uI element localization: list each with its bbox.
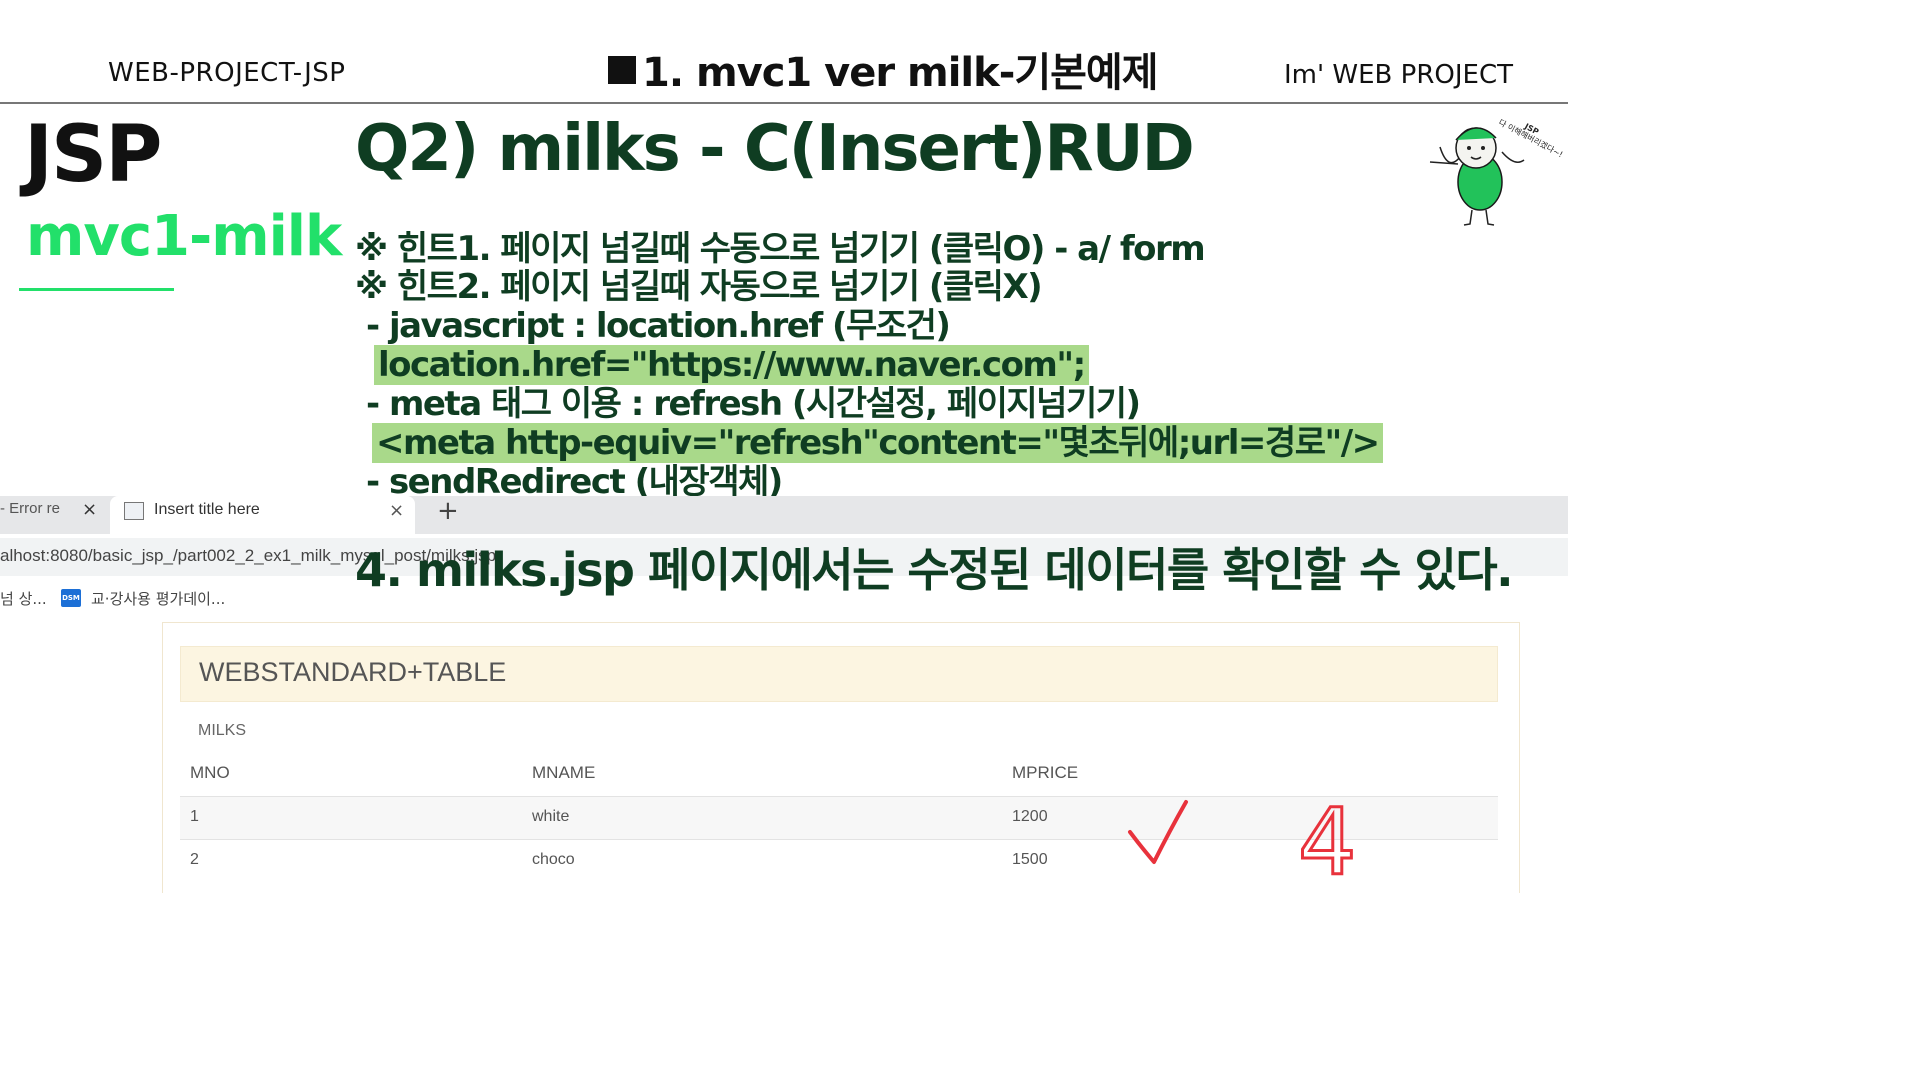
new-tab-icon[interactable]: + (437, 496, 459, 526)
dsm-bookmark-icon: DSM (61, 589, 81, 607)
table-cell: 1500 (1012, 851, 1048, 868)
browser-tab-title[interactable]: Insert title here (154, 501, 260, 519)
hint-meta: - meta 태그 이용 : refresh (시간설정, 페이지넘기기) (366, 384, 1141, 424)
column-header: MNAME (532, 763, 596, 782)
red-annotation: 4 (1128, 790, 1358, 882)
bookmark-item[interactable]: 교·강사용 평가데이... (91, 588, 225, 609)
code-location-href: location.href="https://www.naver.com"; (374, 345, 1089, 385)
table-cell: choco (532, 851, 575, 868)
tab-close-icon[interactable]: × (82, 499, 97, 520)
code-highlight: <meta http-equiv="refresh"content="몇초뒤에;… (372, 423, 1383, 463)
square-bullet-icon (608, 56, 636, 84)
header-divider (0, 102, 1568, 104)
header-left-title: WEB-PROJECT-JSP (108, 58, 346, 88)
column-header: MNO (190, 763, 230, 782)
table-cell: 2 (190, 851, 199, 868)
table-cell: white (532, 808, 570, 825)
browser-tab-prev[interactable]: - Error re (0, 500, 60, 517)
header-center-title: 1. mvc1 ver milk-기본예제 (608, 40, 1159, 98)
jsp-title: JSP (24, 110, 162, 200)
table-caption: MILKS (198, 722, 247, 739)
panel-heading: WEBSTANDARD+TABLE (180, 646, 1498, 702)
subtitle-underline (19, 288, 174, 291)
tab-close-icon[interactable]: × (389, 500, 404, 521)
checkmark-icon (1128, 800, 1188, 864)
favicon-icon (124, 502, 144, 520)
panel-heading-text: WEBSTANDARD+TABLE (199, 657, 507, 687)
column-header: MPRICE (1012, 763, 1079, 782)
code-meta-refresh: <meta http-equiv="refresh"content="몇초뒤에;… (372, 423, 1383, 463)
mascot-illustration: 다 이해해버리겠다~! JSP (1429, 117, 1565, 226)
header-center-text: 1. mvc1 ver milk-기본예제 (642, 50, 1159, 96)
hint-2: ※ 힌트2. 페이지 넘길때 자동으로 넘기기 (클릭X) (355, 267, 1043, 307)
question-title: Q2) milks - C(Insert)RUD (355, 112, 1195, 186)
bookmark-item[interactable]: 넘 상... (0, 588, 47, 609)
mvc-subtitle: mvc1-milk (26, 204, 342, 269)
step4-text: 4. milks.jsp 페이지에서는 수정된 데이터를 확인할 수 있다. (355, 543, 1514, 597)
table-cell: 1 (190, 808, 199, 825)
hint-1: ※ 힌트1. 페이지 넘길때 수동으로 넘기기 (클릭O) - a/ form (355, 229, 1206, 269)
header-right-title: Im' WEB PROJECT (1284, 60, 1513, 90)
hint-javascript: - javascript : location.href (무조건) (366, 306, 951, 346)
code-highlight: location.href="https://www.naver.com"; (374, 345, 1089, 385)
table-cell: 1200 (1012, 808, 1048, 825)
annotation-number: 4 (1298, 790, 1357, 882)
